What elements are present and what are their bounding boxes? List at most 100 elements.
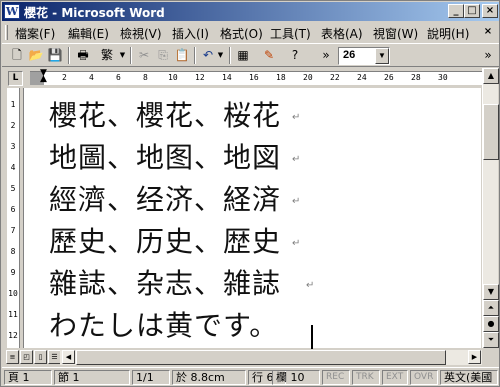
- menu-file[interactable]: 檔案(F): [15, 25, 55, 42]
- window-title: 櫻花 - Microsoft Word: [24, 6, 165, 20]
- toolbar-separator: [194, 47, 196, 64]
- ruler-mark: 4: [10, 163, 16, 172]
- font-size-value: 26: [343, 49, 356, 61]
- scroll-up-icon[interactable]: ▲: [483, 68, 499, 84]
- status-ext[interactable]: EXT: [382, 370, 408, 385]
- open-icon[interactable]: 📂: [27, 47, 45, 64]
- status-rec[interactable]: REC: [322, 370, 350, 385]
- ruler-mark: 16: [249, 73, 259, 82]
- horizontal-ruler-row: L 2 4 6 8 10 12 14 16 18 20 22 24 26 28 …: [2, 68, 499, 88]
- word-window: W 櫻花 - Microsoft Word _ □ × 檔案(F) 編輯(E) …: [0, 0, 500, 387]
- standard-toolbar: 🗋 📂 💾 🖶 繁 ▼ ✂ ⎘ 📋 ↶ ▼ ▦ ✎ ? » 26 ▼ »: [2, 43, 499, 67]
- document-page[interactable]: 櫻花、櫻花、桜花 ↵ 地圖、地图、地図 ↵ 經濟、经济、経済 ↵ 歷史、历史、歴…: [23, 88, 481, 351]
- status-position: 於 8.8cm: [172, 370, 246, 385]
- title-bar[interactable]: W 櫻花 - Microsoft Word _ □ ×: [2, 2, 499, 21]
- menu-format[interactable]: 格式(O): [220, 25, 263, 42]
- chevron-down-icon[interactable]: ▼: [118, 47, 127, 64]
- maximize-button[interactable]: □: [464, 4, 480, 18]
- document-line[interactable]: 經濟、经济、経済: [49, 178, 281, 218]
- chevron-down-icon[interactable]: ▼: [216, 47, 225, 64]
- web-layout-view-icon[interactable]: ◰: [20, 350, 33, 364]
- menu-view[interactable]: 檢視(V): [120, 25, 162, 42]
- ruler-mark: 28: [411, 73, 421, 82]
- status-page: 頁 1: [4, 370, 52, 385]
- menu-table[interactable]: 表格(A): [321, 25, 363, 42]
- paragraph-mark: ↵: [292, 112, 301, 123]
- menu-edit[interactable]: 編輯(E): [68, 25, 109, 42]
- toolbar-overflow-button[interactable]: »: [482, 47, 494, 64]
- chevron-down-icon[interactable]: ▼: [375, 48, 389, 64]
- normal-view-icon[interactable]: ≡: [6, 350, 19, 364]
- ruler-mark: 1: [10, 100, 16, 109]
- ruler-mark: 24: [357, 73, 367, 82]
- horizontal-scroll-row: ≡ ◰ ▯ ☰ ◀ ▶: [2, 349, 499, 366]
- cut-icon[interactable]: ✂: [135, 47, 153, 64]
- new-icon[interactable]: 🗋: [8, 47, 26, 64]
- ruler-mark: 4: [89, 73, 94, 82]
- tab-selector[interactable]: L: [8, 71, 23, 86]
- ruler-mark: 5: [10, 184, 16, 193]
- menu-window[interactable]: 視窗(W): [373, 25, 418, 42]
- menu-help[interactable]: 說明(H): [427, 25, 469, 42]
- vertical-ruler[interactable]: 1 2 3 4 5 6 7 8 9 10 11 12: [2, 88, 22, 348]
- paragraph-mark: ↵: [292, 154, 301, 165]
- status-language[interactable]: 英文(美國: [440, 370, 498, 385]
- status-trk[interactable]: TRK: [352, 370, 380, 385]
- help-icon[interactable]: ?: [286, 47, 304, 64]
- ruler-mark: 10: [8, 289, 18, 298]
- status-bar: 頁 1 節 1 1/1 於 8.8cm 行 6 欄 10 REC TRK EXT…: [2, 367, 499, 386]
- document-line[interactable]: わたしは黄です。: [49, 304, 278, 344]
- ruler-mark: 10: [168, 73, 178, 82]
- chinese-conversion-icon[interactable]: 繁: [96, 47, 118, 64]
- drawing-icon[interactable]: ✎: [260, 47, 278, 64]
- paragraph-mark: ↵: [292, 196, 301, 207]
- close-button[interactable]: ×: [482, 4, 498, 18]
- ruler-mark: 8: [10, 247, 16, 256]
- menubar-grip[interactable]: [5, 25, 8, 40]
- indent-marker[interactable]: ▼ ▲: [40, 69, 48, 84]
- vertical-scroll-thumb[interactable]: [483, 104, 499, 160]
- status-page-of: 1/1: [132, 370, 170, 385]
- document-close-button[interactable]: ×: [481, 25, 495, 38]
- menu-insert[interactable]: 插入(I): [172, 25, 209, 42]
- horizontal-ruler[interactable]: 2 4 6 8 10 12 14 16 18 20 22 24 26 28 30: [30, 71, 482, 85]
- print-layout-view-icon[interactable]: ▯: [34, 350, 47, 364]
- word-app-icon[interactable]: W: [4, 4, 20, 19]
- paragraph-mark: ↵: [292, 238, 301, 249]
- toolbar-overflow-button[interactable]: »: [320, 47, 332, 64]
- ruler-mark: 9: [10, 268, 16, 277]
- vertical-scrollbar[interactable]: ▲ ▼ ⏶ ● ⏷: [482, 68, 499, 348]
- paste-icon[interactable]: 📋: [173, 47, 191, 64]
- undo-icon[interactable]: ↶: [199, 47, 217, 64]
- document-line[interactable]: 歷史、历史、歴史: [49, 220, 281, 260]
- document-line[interactable]: 雜誌、杂志、雑誌: [49, 262, 281, 302]
- minimize-button[interactable]: _: [448, 4, 464, 18]
- save-icon[interactable]: 💾: [46, 47, 64, 64]
- insert-table-icon[interactable]: ▦: [234, 47, 252, 64]
- toolbar-separator: [130, 47, 132, 64]
- menu-tools[interactable]: 工具(T): [270, 25, 311, 42]
- print-icon[interactable]: 🖶: [74, 47, 92, 64]
- next-page-icon[interactable]: ⏷: [483, 332, 499, 348]
- ruler-mark: 14: [222, 73, 232, 82]
- document-line[interactable]: 櫻花、櫻花、桜花: [49, 94, 281, 134]
- ruler-mark: 6: [10, 205, 16, 214]
- scroll-left-icon[interactable]: ◀: [62, 350, 75, 364]
- ruler-mark: 20: [303, 73, 313, 82]
- copy-icon[interactable]: ⎘: [154, 47, 172, 64]
- text-cursor: [311, 325, 313, 351]
- ruler-mark: 11: [8, 310, 18, 319]
- select-browse-object-icon[interactable]: ●: [483, 316, 499, 332]
- ruler-mark: 2: [10, 121, 16, 130]
- scroll-right-icon[interactable]: ▶: [468, 350, 481, 364]
- menu-bar: 檔案(F) 編輯(E) 檢視(V) 插入(I) 格式(O) 工具(T) 表格(A…: [2, 22, 499, 43]
- status-ovr[interactable]: OVR: [410, 370, 438, 385]
- ruler-mark: 12: [195, 73, 205, 82]
- scroll-down-icon[interactable]: ▼: [483, 284, 499, 300]
- font-size-select[interactable]: 26 ▼: [338, 47, 390, 65]
- previous-page-icon[interactable]: ⏶: [483, 300, 499, 316]
- document-line[interactable]: 地圖、地图、地図: [49, 136, 281, 176]
- ruler-mark: 2: [62, 73, 67, 82]
- horizontal-scroll-thumb[interactable]: [76, 350, 446, 365]
- ruler-mark: 30: [438, 73, 448, 82]
